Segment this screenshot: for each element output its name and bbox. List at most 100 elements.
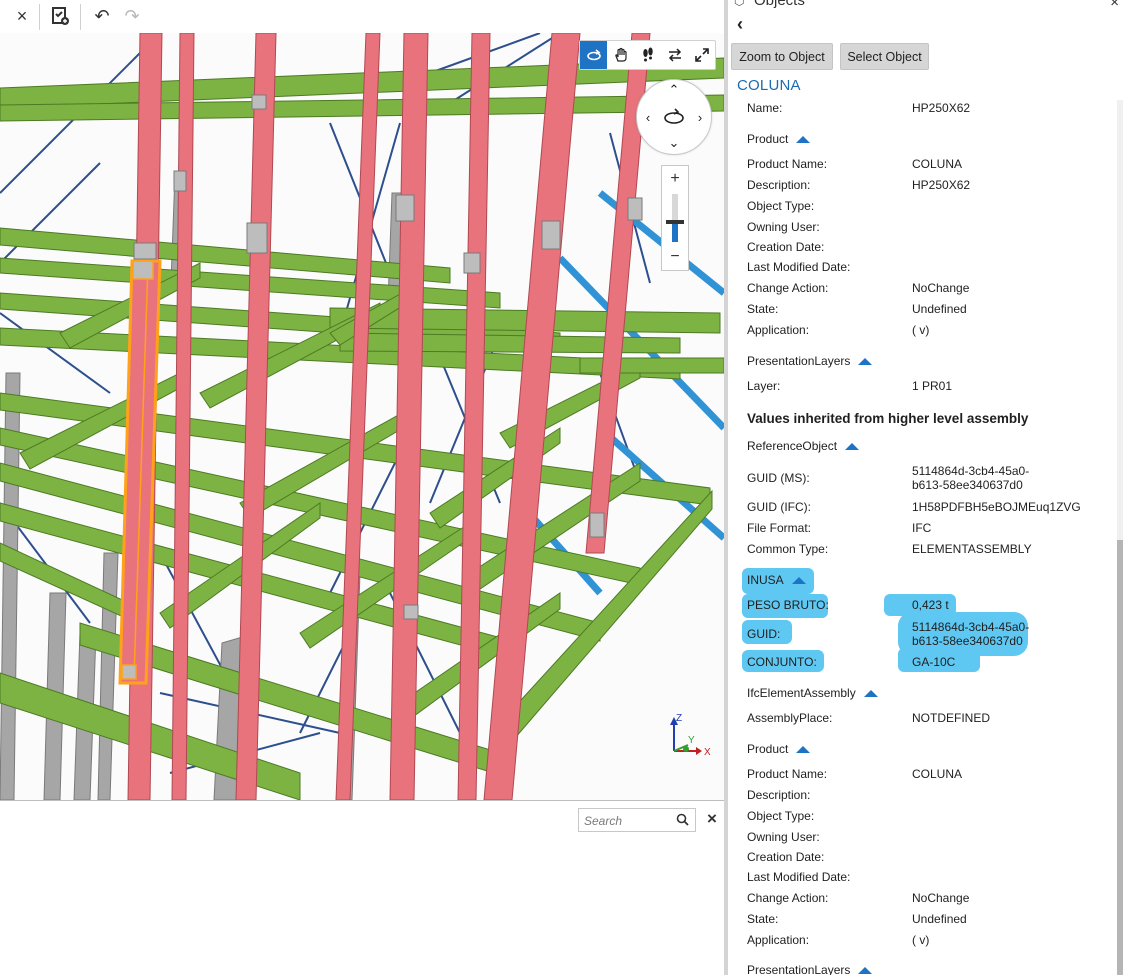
prop-label: File Format: bbox=[747, 521, 812, 535]
axis-y-label: Y bbox=[688, 735, 695, 746]
section-reference-object[interactable]: ReferenceObject bbox=[747, 439, 860, 453]
prop-value: 0,423 t bbox=[912, 598, 949, 612]
navigation-toolbar bbox=[579, 40, 716, 70]
prop-label: GUID (MS): bbox=[747, 471, 810, 485]
caret-up-icon[interactable] bbox=[845, 442, 860, 450]
zoom-out-icon[interactable]: − bbox=[662, 246, 688, 268]
prop-value: NoChange bbox=[912, 281, 970, 295]
orbit-icon[interactable] bbox=[580, 41, 607, 69]
prop-label: CONJUNTO: bbox=[747, 655, 817, 669]
zoom-slider[interactable]: + − bbox=[661, 165, 689, 271]
prop-label: GUID: bbox=[747, 627, 781, 641]
close-icon[interactable]: × bbox=[1110, 0, 1119, 11]
prop-value: Undefined bbox=[912, 302, 967, 316]
section-title: Product bbox=[747, 132, 789, 146]
select-object-button[interactable]: Select Object bbox=[840, 43, 929, 70]
axis-gizmo: Z Y X bbox=[670, 713, 711, 758]
section-title: IfcElementAssembly bbox=[747, 686, 856, 700]
prop-value: NoChange bbox=[912, 891, 970, 905]
scrollbar[interactable] bbox=[1117, 100, 1123, 975]
prop-label: Description: bbox=[747, 178, 811, 192]
section-product-2[interactable]: Product bbox=[747, 742, 811, 756]
rotate-icon[interactable] bbox=[662, 106, 686, 128]
search-input[interactable] bbox=[582, 811, 674, 831]
caret-up-icon[interactable] bbox=[796, 745, 811, 753]
section-presentation-layers[interactable]: PresentationLayers bbox=[747, 354, 873, 368]
section-presentation-layers-2[interactable]: PresentationLayers bbox=[747, 963, 873, 975]
axis-x-label: X bbox=[704, 747, 711, 758]
section-title: Product bbox=[747, 742, 789, 756]
section-title: PresentationLayers bbox=[747, 354, 851, 368]
zoom-in-icon[interactable]: + bbox=[662, 168, 688, 190]
inherited-values-heading: Values inherited from higher level assem… bbox=[747, 411, 1029, 426]
back-arrow-icon[interactable]: ‹ bbox=[732, 14, 748, 34]
section-inusa[interactable]: INUSA bbox=[747, 573, 806, 587]
prop-value: GA-10C bbox=[912, 655, 956, 669]
structure-model[interactable] bbox=[0, 33, 724, 800]
prop-label: Owning User: bbox=[747, 220, 820, 234]
chevron-right-icon[interactable]: › bbox=[691, 108, 709, 126]
section-ifc-element-assembly[interactable]: IfcElementAssembly bbox=[747, 686, 878, 700]
prop-value: 1 PR01 bbox=[912, 379, 953, 393]
zoom-fill bbox=[672, 222, 678, 242]
section-title: INUSA bbox=[747, 573, 784, 587]
prop-label: Last Modified Date: bbox=[747, 870, 851, 884]
prop-label: PESO BRUTO: bbox=[747, 598, 829, 612]
prop-label: Last Modified Date: bbox=[747, 260, 851, 274]
prop-label: Owning User: bbox=[747, 830, 820, 844]
prop-value: 5114864d-3cb4-45a0- b613-58ee340637d0 bbox=[912, 464, 1030, 492]
prop-label: Name: bbox=[747, 101, 783, 115]
prop-label: State: bbox=[747, 912, 779, 926]
prop-label: State: bbox=[747, 302, 779, 316]
caret-up-icon[interactable] bbox=[796, 135, 811, 143]
caret-up-icon[interactable] bbox=[858, 966, 873, 974]
orbit-wheel[interactable]: ⌃ ⌄ ‹ › bbox=[636, 79, 712, 155]
caret-up-icon[interactable] bbox=[863, 689, 878, 697]
prop-label: AssemblyPlace: bbox=[747, 711, 833, 725]
zoom-to-object-button[interactable]: Zoom to Object bbox=[731, 43, 833, 70]
objects-panel: ⬡ Objects × ‹ Zoom to Object Select Obje… bbox=[728, 0, 1123, 975]
object-title: COLUNA bbox=[737, 77, 801, 94]
prop-label: Application: bbox=[747, 323, 810, 337]
search-box[interactable] bbox=[578, 808, 696, 832]
prop-label: Product Name: bbox=[747, 767, 828, 781]
prop-value: HP250X62 bbox=[912, 101, 971, 115]
prop-value: IFC bbox=[912, 521, 932, 535]
prop-value: ELEMENTASSEMBLY bbox=[912, 542, 1032, 556]
toolbar-divider bbox=[39, 4, 40, 30]
zoom-track[interactable] bbox=[666, 194, 684, 242]
axis-z-label: Z bbox=[676, 713, 682, 724]
search-icon[interactable] bbox=[675, 812, 691, 828]
prop-label: Product Name: bbox=[747, 157, 828, 171]
objects-icon: ⬡ bbox=[734, 0, 745, 8]
bottom-panel: × bbox=[0, 800, 724, 976]
main-columns bbox=[127, 33, 651, 800]
prop-value: NOTDEFINED bbox=[912, 711, 990, 725]
caret-up-icon[interactable] bbox=[858, 357, 873, 365]
close-icon[interactable]: × bbox=[4, 0, 40, 32]
section-title: ReferenceObject bbox=[747, 439, 838, 453]
zoom-thumb[interactable] bbox=[666, 220, 684, 224]
swap-icon[interactable] bbox=[661, 41, 688, 69]
fit-view-icon[interactable] bbox=[688, 41, 715, 69]
redo-icon[interactable]: ↷ bbox=[114, 0, 150, 32]
model-viewport[interactable]: ⌃ ⌄ ‹ › + − Z Y X bbox=[0, 33, 724, 800]
section-title: PresentationLayers bbox=[747, 963, 851, 975]
prop-value: 1H58PDFBH5eBOJMEuq1ZVG bbox=[912, 500, 1081, 514]
checklist-add-icon[interactable] bbox=[42, 0, 78, 32]
close-icon[interactable]: × bbox=[703, 809, 721, 828]
chevron-down-icon[interactable]: ⌄ bbox=[665, 134, 683, 152]
prop-label: Object Type: bbox=[747, 199, 815, 213]
selected-column[interactable] bbox=[118, 259, 162, 685]
panel-title: Objects bbox=[754, 0, 805, 9]
walk-icon[interactable] bbox=[634, 41, 661, 69]
pan-hand-icon[interactable] bbox=[607, 41, 634, 69]
toolbar-divider bbox=[80, 4, 81, 30]
prop-label: GUID (IFC): bbox=[747, 500, 811, 514]
caret-up-icon[interactable] bbox=[791, 576, 806, 584]
chevron-left-icon[interactable]: ‹ bbox=[639, 108, 657, 126]
scrollbar-thumb[interactable] bbox=[1117, 540, 1123, 975]
prop-value: ( v) bbox=[912, 933, 930, 947]
chevron-up-icon[interactable]: ⌃ bbox=[665, 81, 683, 99]
section-product[interactable]: Product bbox=[747, 132, 811, 146]
